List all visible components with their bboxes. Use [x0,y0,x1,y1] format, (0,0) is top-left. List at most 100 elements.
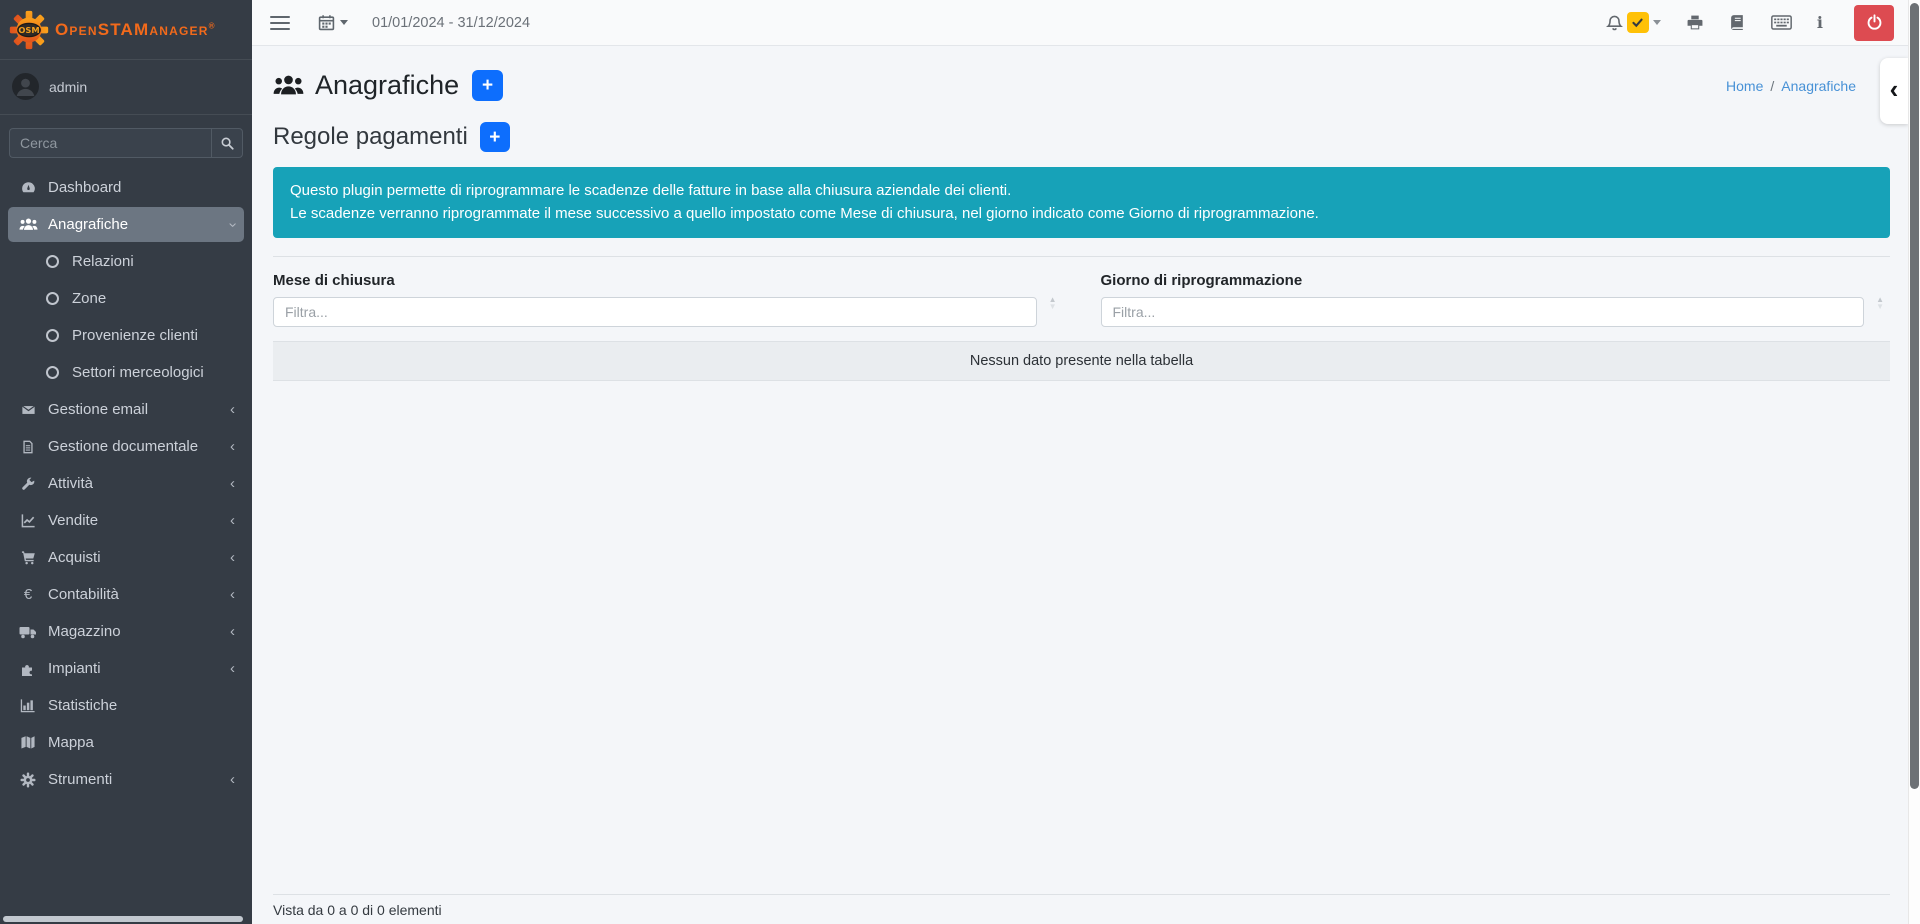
circle-icon [41,366,63,379]
users-icon [17,217,39,232]
gear-icon [17,772,39,788]
sidebar-item-strumenti[interactable]: Strumenti ‹ [8,762,244,797]
calendar-icon [318,14,335,31]
vertical-scrollbar[interactable] [1908,0,1920,924]
sidebar-item-gestione-documentale[interactable]: Gestione documentale ‹ [8,429,244,464]
info-banner-line2: Le scadenze verranno riprogrammate il me… [290,202,1873,225]
caret-down-icon[interactable] [1653,20,1661,25]
date-range[interactable]: 01/01/2024 - 31/12/2024 [372,15,530,31]
search-input[interactable] [9,128,211,158]
add-regola-pagamento-button[interactable]: + [480,122,510,152]
add-anagrafica-button[interactable]: + [472,70,503,101]
info-icon[interactable]: i [1817,13,1823,32]
brand-logo[interactable]: OSM OpenSTAManager® [0,0,252,60]
notifications-bell-icon[interactable] [1606,14,1623,32]
envelope-icon [17,403,39,417]
scrollbar-thumb[interactable] [1910,3,1919,789]
user-panel[interactable]: admin [0,60,252,115]
sidebar-item-relazioni[interactable]: Relazioni [8,244,244,279]
sidebar-item-magazzino[interactable]: Magazzino ‹ [8,614,244,649]
chevron-left-icon: ‹ [1890,76,1899,106]
column-mese-di-chiusura: Mese di chiusura ▲▼ [273,272,1063,327]
puzzle-icon [17,661,39,677]
bar-chart-icon [17,698,39,713]
sidebar-item-anagrafiche[interactable]: Anagrafiche ‹ [8,207,244,242]
chart-line-icon [17,513,39,528]
tasks-check-badge[interactable] [1627,12,1649,33]
table-empty-message: Nessun dato presente nella tabella [273,341,1890,381]
column-header[interactable]: Mese di chiusura [273,272,395,289]
topbar: 01/01/2024 - 31/12/2024 [252,0,1908,46]
osm-gear-logo-icon: OSM [9,10,49,50]
chevron-left-icon: ‹ [230,553,235,563]
sidebar-item-dashboard[interactable]: Dashboard [8,170,244,205]
sort-icons: ▲▼ [1049,296,1057,310]
breadcrumb-separator: / [1770,78,1774,94]
registered-mark: ® [209,21,216,30]
map-icon [17,735,39,750]
collapse-panel-button[interactable]: ‹ [1880,58,1908,124]
truck-icon [17,625,39,639]
logout-power-button[interactable] [1854,5,1894,41]
breadcrumb-current-link[interactable]: Anagrafiche [1781,78,1856,94]
sidebar-item-acquisti[interactable]: Acquisti ‹ [8,540,244,575]
avatar [12,73,39,100]
svg-text:OSM: OSM [18,24,39,34]
sidebar-item-gestione-email[interactable]: Gestione email ‹ [8,392,244,427]
chevron-left-icon: ‹ [230,627,235,637]
hamburger-menu-icon[interactable] [270,16,290,30]
sidebar-item-statistiche[interactable]: Statistiche [8,688,244,723]
period-picker-button[interactable] [318,14,348,31]
chevron-left-icon: ‹ [230,405,235,415]
sidebar-horizontal-scrollbar[interactable] [3,916,243,922]
info-banner-line1: Questo plugin permette di riprogrammare … [290,179,1873,202]
sidebar-item-vendite[interactable]: Vendite ‹ [8,503,244,538]
page-title: Anagrafiche [315,70,459,101]
breadcrumb: Home / Anagrafiche [1726,78,1856,94]
print-icon[interactable] [1686,14,1704,31]
chevron-left-icon: ‹ [230,775,235,785]
main-content: ‹ Anagrafiche + Home / Anagrafiche Regol… [252,46,1908,924]
breadcrumb-home-link[interactable]: Home [1726,78,1763,94]
dashboard-icon [17,179,39,196]
column-header[interactable]: Giorno di riprogrammazione [1101,272,1303,289]
section-title: Regole pagamenti [273,123,468,151]
circle-icon [41,329,63,342]
keyboard-shortcuts-icon[interactable] [1771,15,1792,30]
wrench-icon [17,476,39,492]
search-button[interactable] [211,128,243,158]
caret-down-icon [340,20,348,25]
regole-pagamenti-table: Mese di chiusura ▲▼ Giorno di riprogramm… [273,256,1890,381]
document-icon [17,439,39,455]
chevron-left-icon: ‹ [230,479,235,489]
chevron-left-icon: ‹ [230,516,235,526]
euro-icon: € [17,585,39,604]
circle-icon [41,292,63,305]
shopping-cart-icon [17,550,39,565]
sidebar-nav: Dashboard Anagrafiche ‹ Relazioni Zone P… [0,166,252,797]
filter-input-mese-di-chiusura[interactable] [273,297,1037,327]
table-summary: Vista da 0 a 0 di 0 elementi [273,894,1890,924]
sidebar-item-attivita[interactable]: Attività ‹ [8,466,244,501]
chevron-down-icon: ‹ [228,222,238,227]
manual-book-icon[interactable] [1729,14,1746,31]
user-name: admin [49,79,87,95]
sort-icons: ▲▼ [1876,296,1884,310]
column-giorno-di-riprogrammazione: Giorno di riprogrammazione ▲▼ [1101,272,1891,327]
chevron-left-icon: ‹ [230,664,235,674]
sidebar-item-mappa[interactable]: Mappa [8,725,244,760]
search-icon [220,136,235,151]
sidebar-item-contabilita[interactable]: € Contabilità ‹ [8,577,244,612]
chevron-left-icon: ‹ [230,590,235,600]
circle-icon [41,255,63,268]
info-banner: Questo plugin permette di riprogrammare … [273,167,1890,238]
brand-name: OpenSTAManager® [55,20,216,40]
sidebar-item-settori-merceologici[interactable]: Settori merceologici [8,355,244,390]
sidebar-item-impianti[interactable]: Impianti ‹ [8,651,244,686]
sidebar-search [9,128,243,158]
power-icon [1866,14,1883,31]
filter-input-giorno-di-riprogrammazione[interactable] [1101,297,1865,327]
sidebar-item-provenienze-clienti[interactable]: Provenienze clienti [8,318,244,353]
sidebar-item-zone[interactable]: Zone [8,281,244,316]
sidebar: OSM OpenSTAManager® admin [0,0,252,924]
